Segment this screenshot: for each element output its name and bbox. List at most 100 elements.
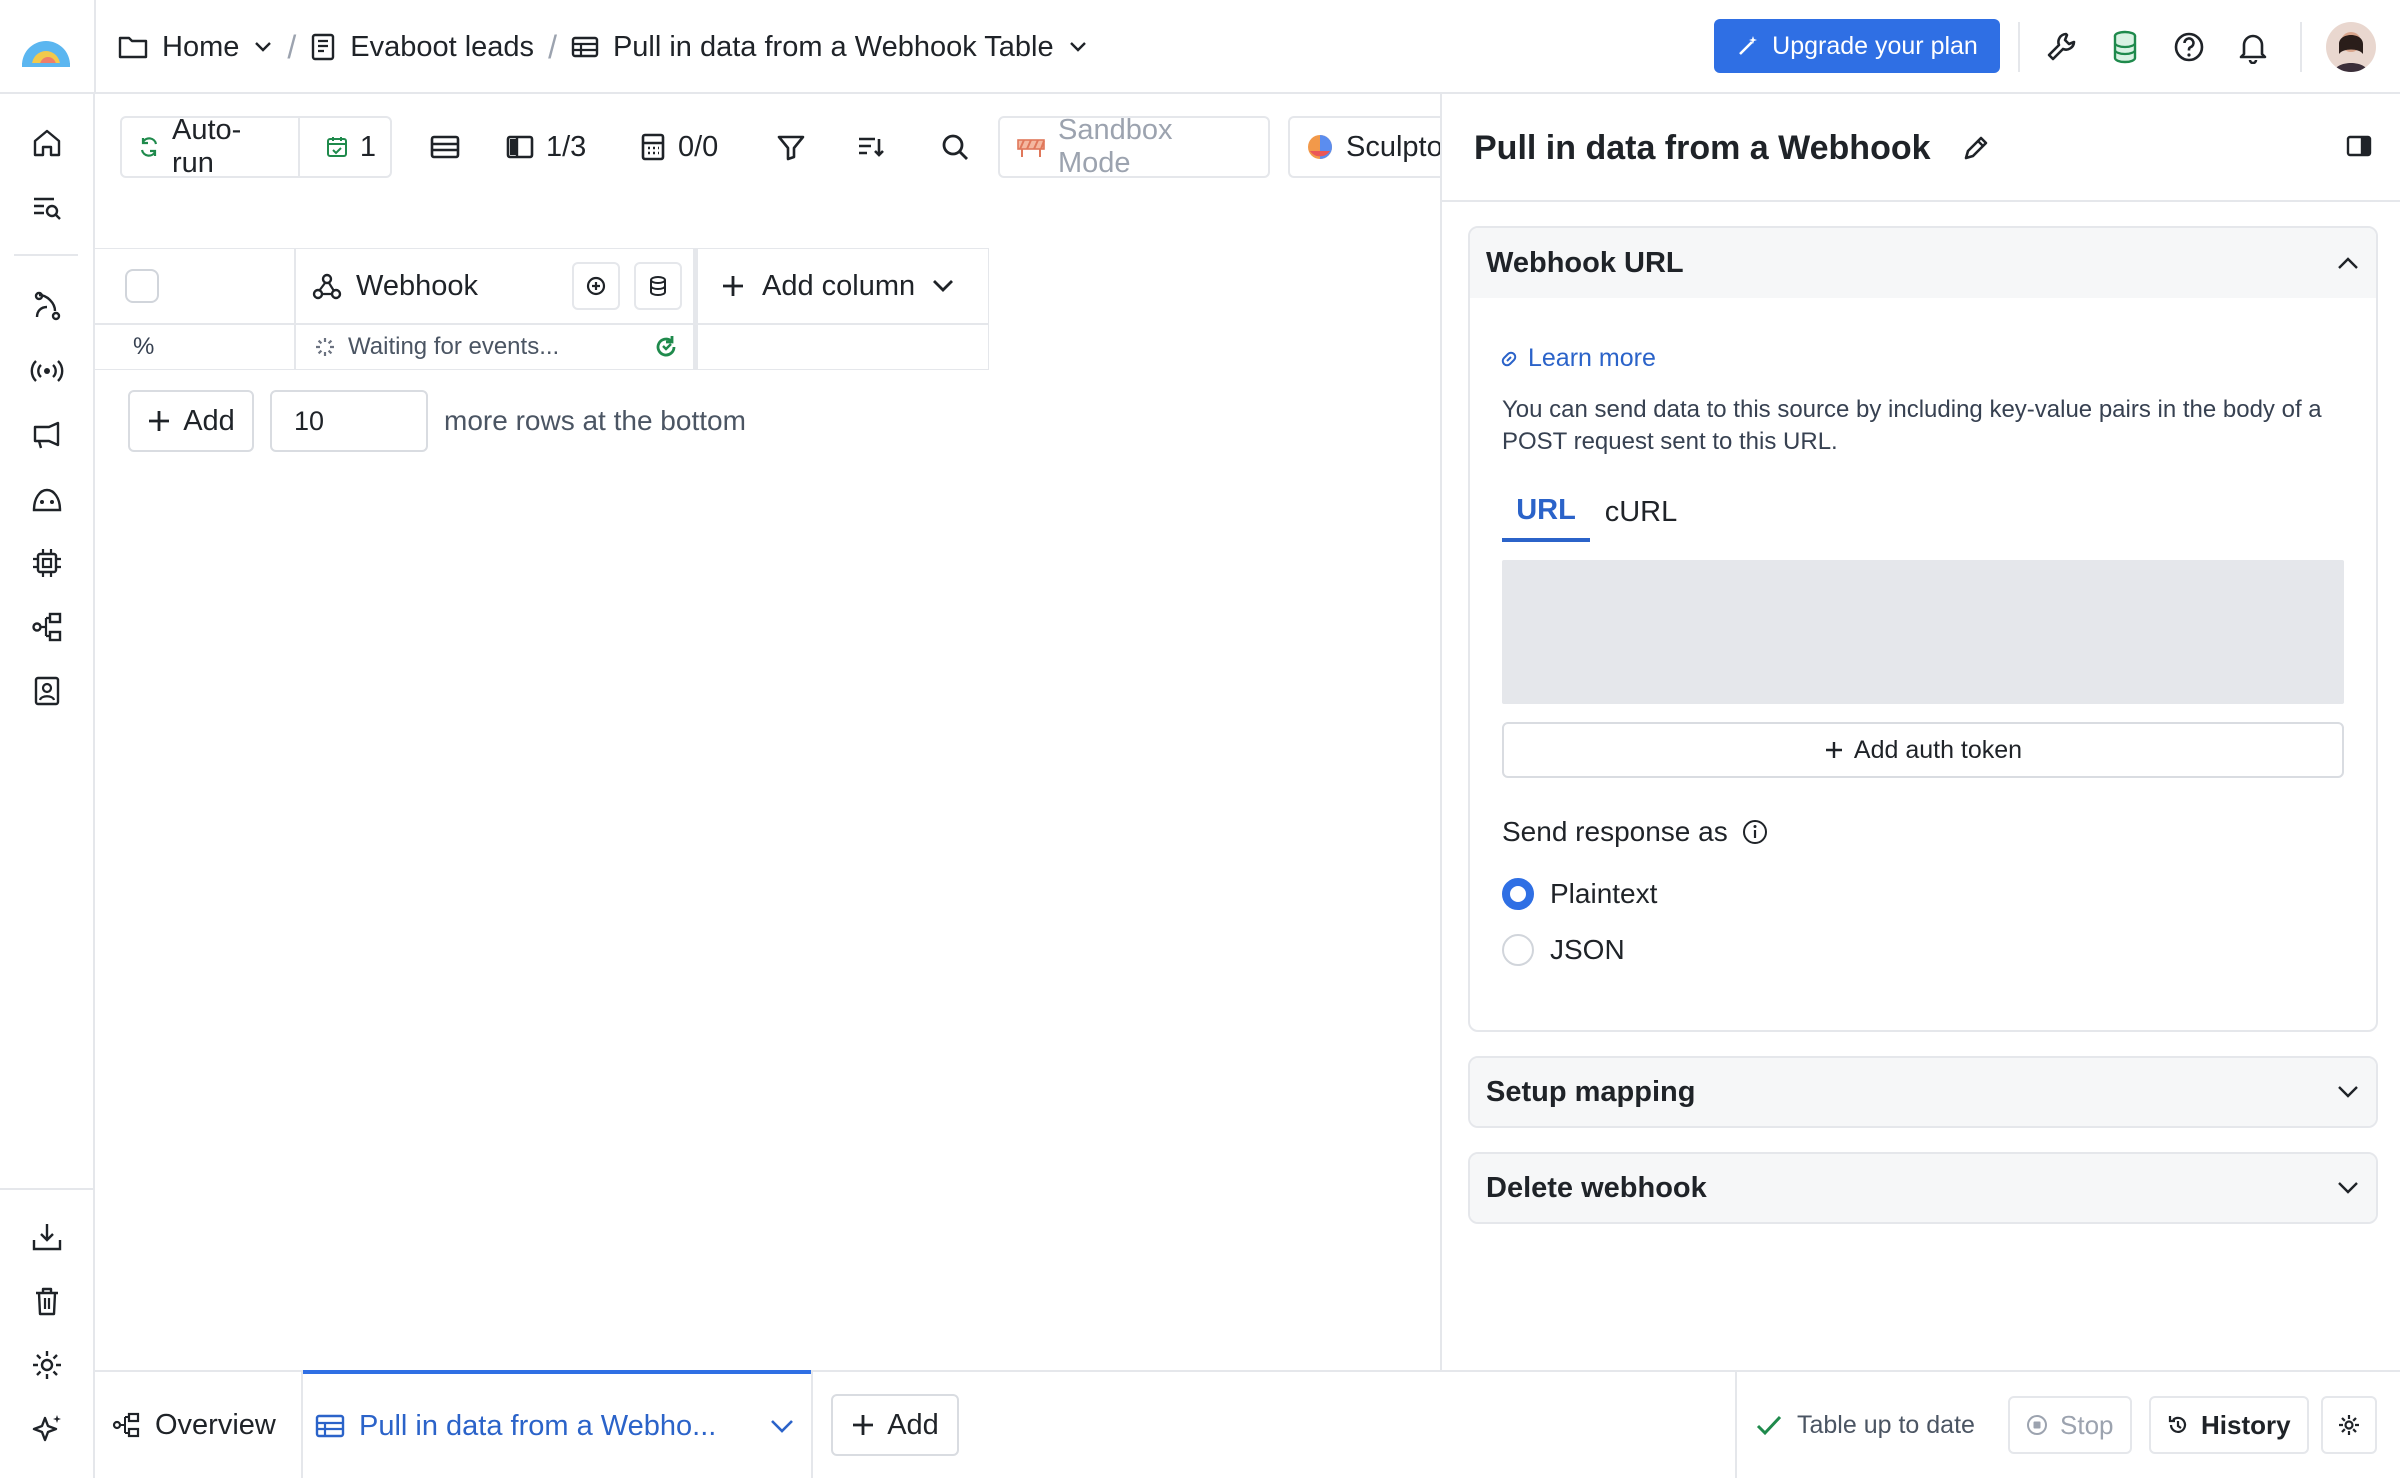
plus-icon: [1824, 740, 1844, 760]
learn-more-link[interactable]: Learn more: [1498, 344, 1656, 373]
breadcrumb-workbook[interactable]: Evaboot leads: [350, 31, 534, 64]
upgrade-plan-button[interactable]: Upgrade your plan: [1714, 19, 2000, 73]
auto-run-count: 1: [359, 130, 376, 163]
search-button[interactable]: [940, 116, 970, 178]
webhook-status-cell[interactable]: Waiting for events...: [295, 324, 695, 370]
import-tray-icon[interactable]: [30, 1220, 64, 1254]
user-avatar[interactable]: [2326, 22, 2376, 72]
webhook-status-text: Waiting for events...: [348, 333, 560, 360]
radio-plaintext-label: Plaintext: [1550, 878, 1658, 909]
chevron-down-icon[interactable]: [253, 40, 273, 54]
select-all-checkbox[interactable]: [125, 269, 159, 303]
radio-json[interactable]: JSON: [1502, 934, 1625, 966]
upgrade-plan-label: Upgrade your plan: [1772, 31, 1978, 60]
add-column-button[interactable]: Add column: [697, 248, 989, 324]
table-settings-button[interactable]: [2321, 1396, 2377, 1454]
sculptor-button[interactable]: Sculptor: [1288, 116, 1440, 178]
notification-bell-icon[interactable]: [2236, 30, 2270, 64]
tab-curl[interactable]: cURL: [1596, 482, 1686, 542]
radio-plaintext[interactable]: Plaintext: [1502, 878, 1657, 910]
trash-icon[interactable]: [30, 1284, 64, 1318]
bottombar-divider: [1735, 1370, 1737, 1478]
panel-header: Pull in data from a Webhook: [1474, 94, 1991, 202]
retry-refresh-icon[interactable]: [652, 333, 680, 361]
setup-mapping-header[interactable]: Setup mapping: [1470, 1058, 2376, 1126]
settings-gear-icon: [2337, 1413, 2361, 1437]
signals-broadcast-icon[interactable]: [30, 354, 64, 388]
plus-icon: [720, 273, 746, 299]
chip-icon[interactable]: [30, 546, 64, 580]
add-column-label: Add column: [762, 269, 916, 302]
breadcrumb: Home / Evaboot leads / Pull in data from…: [118, 0, 1088, 94]
chevron-down-icon[interactable]: [1068, 40, 1088, 54]
chevron-down-icon[interactable]: [769, 1418, 811, 1434]
radio-unselected[interactable]: [1502, 934, 1534, 966]
breadcrumb-table[interactable]: Pull in data from a Webhook Table: [613, 31, 1054, 64]
webhook-url-box[interactable]: [1502, 560, 2344, 704]
rail-divider: [14, 254, 78, 256]
setup-mapping-section[interactable]: Setup mapping: [1468, 1056, 2378, 1128]
add-rows-count-input[interactable]: [270, 390, 428, 452]
auto-run-button[interactable]: Auto-run: [122, 114, 300, 179]
webhook-url-section: Webhook URL Learn more You can send data…: [1468, 226, 2378, 1032]
agent-robot-icon[interactable]: [30, 482, 64, 516]
info-icon[interactable]: [1742, 819, 1768, 845]
webhook-icon: [312, 271, 342, 301]
webhook-url-section-header[interactable]: Webhook URL: [1470, 228, 2376, 298]
auto-run-count-button[interactable]: 1: [312, 118, 390, 176]
campaigns-megaphone-icon[interactable]: [30, 418, 64, 452]
column-database-button[interactable]: [634, 262, 682, 310]
add-table-button[interactable]: Add: [831, 1394, 959, 1456]
contacts-book-icon[interactable]: [30, 674, 64, 708]
loading-spinner-icon: [314, 336, 336, 358]
home-icon[interactable]: [30, 126, 64, 160]
active-table-tab[interactable]: Pull in data from a Webho...: [303, 1370, 811, 1478]
search-list-icon[interactable]: [30, 190, 64, 224]
topbar-divider: [94, 0, 96, 94]
breadcrumb-home[interactable]: Home: [162, 31, 239, 64]
add-rows-label: Add: [183, 404, 235, 437]
tab-url[interactable]: URL: [1502, 482, 1590, 542]
calculator-button[interactable]: 0/0: [640, 116, 718, 178]
history-button[interactable]: History: [2149, 1396, 2309, 1454]
empty-cell: [697, 324, 989, 370]
history-label: History: [2201, 1409, 2291, 1440]
auto-run-group: Auto-run 1: [120, 114, 392, 179]
settings-gear-icon[interactable]: [30, 1348, 64, 1382]
add-rows-button[interactable]: Add: [128, 390, 254, 452]
sculptor-orb-icon: [1306, 133, 1334, 161]
sparkles-icon[interactable]: [30, 1412, 64, 1446]
sandbox-mode-button[interactable]: Sandbox Mode: [998, 114, 1270, 179]
overview-tab[interactable]: Overview: [111, 1372, 276, 1478]
wrench-icon[interactable]: [2044, 30, 2078, 64]
add-table-label: Add: [887, 1408, 939, 1441]
chevron-up-icon: [2336, 255, 2360, 271]
delete-webhook-section[interactable]: Delete webhook: [1468, 1152, 2378, 1224]
document-icon: [310, 33, 336, 61]
table-view-button[interactable]: [430, 116, 460, 178]
integrations-icon[interactable]: [30, 290, 64, 324]
topbar-divider: [2300, 22, 2302, 72]
sort-button[interactable]: [856, 116, 886, 178]
pencil-edit-icon[interactable]: [1961, 133, 1991, 163]
calendar-check-icon: [326, 136, 348, 158]
target-plus-icon: [585, 275, 607, 297]
radio-selected[interactable]: [1502, 878, 1534, 910]
filter-button[interactable]: [776, 116, 806, 178]
table-icon: [315, 1413, 345, 1439]
panel-toggle-icon[interactable]: [2346, 134, 2372, 158]
workflow-nodes-icon[interactable]: [30, 610, 64, 644]
folder-icon: [118, 34, 148, 60]
chevron-down-icon: [2336, 1084, 2360, 1100]
table-icon: [571, 35, 599, 59]
columns-visibility-button[interactable]: 1/3: [506, 116, 586, 178]
app-logo[interactable]: [18, 25, 74, 69]
column-add-target-button[interactable]: [572, 262, 620, 310]
stop-button[interactable]: Stop: [2008, 1396, 2132, 1454]
webhook-column-header[interactable]: Webhook: [295, 248, 695, 324]
add-auth-token-button[interactable]: Add auth token: [1502, 722, 2344, 778]
help-icon[interactable]: [2172, 30, 2206, 64]
credits-database-icon[interactable]: [2108, 30, 2142, 64]
webhook-column-name: Webhook: [356, 269, 478, 302]
delete-webhook-header[interactable]: Delete webhook: [1470, 1154, 2376, 1222]
